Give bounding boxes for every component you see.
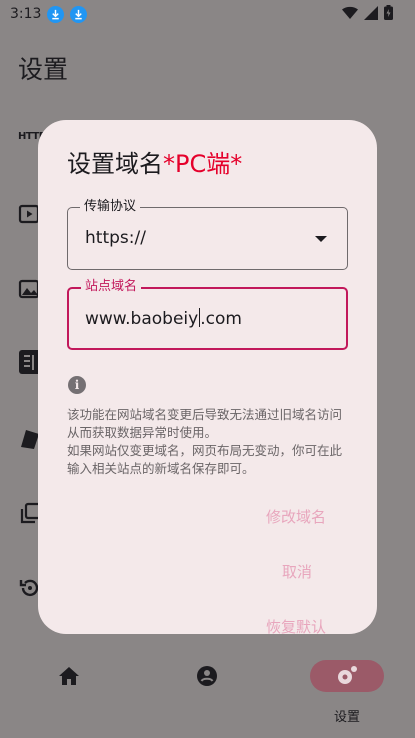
nav-location[interactable] — [170, 660, 244, 692]
nav-home[interactable] — [32, 660, 106, 692]
dialog-title-text: 设置域名 — [67, 150, 163, 178]
page-title: 设置 — [18, 55, 69, 84]
info-text: 该功能在网站域名变更后导致无法通过旧域名访问从而获取数据异常时使用。 如果网站仅… — [67, 407, 343, 476]
download-icon — [47, 5, 65, 23]
domain-dialog: 设置域名*PC端* 传输协议 https:// 站点域名 www.baobeiy… — [38, 120, 377, 634]
status-bar: 3:13 — [0, 0, 415, 28]
nav-settings-label: 设置 — [333, 710, 360, 725]
settings-icon — [338, 666, 357, 684]
cancel-button[interactable]: 取消 — [282, 561, 312, 582]
domain-label: 站点域名 — [81, 278, 142, 296]
wifi-icon — [342, 6, 358, 19]
dropdown-arrow-icon[interactable] — [315, 236, 327, 242]
bottom-nav: 设置 — [0, 648, 415, 738]
dialog-title: 设置域名*PC端* — [67, 144, 242, 179]
location-icon — [197, 666, 217, 686]
nav-settings[interactable] — [310, 660, 384, 692]
protocol-label: 传输协议 — [80, 198, 141, 216]
home-icon — [59, 667, 79, 685]
domain-value-part: .com — [200, 309, 242, 329]
signal-icon — [364, 5, 378, 20]
status-icons — [342, 5, 393, 20]
protocol-select[interactable]: 传输协议 https:// — [67, 198, 348, 270]
status-time: 3:13 — [10, 6, 42, 22]
info-icon: i — [68, 376, 86, 394]
battery-icon — [384, 5, 393, 20]
protocol-value: https:// — [85, 228, 146, 248]
restore-default-button[interactable]: 恢复默认 — [266, 616, 326, 634]
domain-value: www.baobeiy .com — [85, 308, 242, 329]
domain-value-part: www.baobeiy — [85, 309, 199, 329]
download-icon — [70, 5, 88, 23]
domain-input[interactable]: 站点域名 www.baobeiy .com — [67, 278, 348, 350]
modify-domain-button[interactable]: 修改域名 — [266, 506, 326, 527]
dialog-title-accent: *PC端* — [163, 150, 243, 178]
